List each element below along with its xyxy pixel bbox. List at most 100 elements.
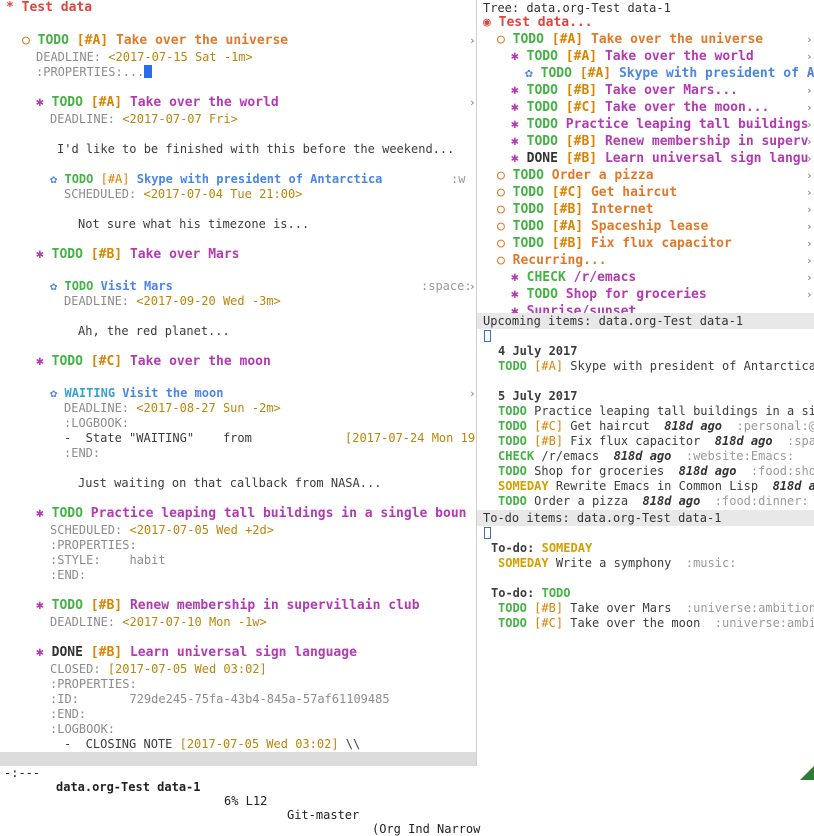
tree-item[interactable]: ✱ DONE [#B] Learn universal sign langu xyxy=(511,151,808,166)
priority: [#C] xyxy=(551,185,584,200)
tree-item[interactable]: ✱ TODO Practice leaping tall buildings xyxy=(511,117,808,132)
closed-line: CLOSED: [2017-07-05 Wed 03:02] xyxy=(50,662,267,676)
agenda-item[interactable]: CHECK /r/emacs 818d ago :website:Emacs: xyxy=(498,449,794,464)
agenda-item-text: Take over Mars xyxy=(570,601,672,615)
fold-arrow-icon[interactable]: › xyxy=(806,169,813,182)
target-bullet-icon: ◉ xyxy=(483,15,491,30)
fold-arrow-icon[interactable]: › xyxy=(806,237,813,250)
priority: [#B] xyxy=(565,134,598,149)
agenda-item[interactable]: TODO [#A] Skype with president of Antarc… xyxy=(498,359,814,374)
fold-arrow-icon[interactable]: › xyxy=(806,288,813,301)
heading-take-over-universe[interactable]: ○ TODO [#A] Take over the universe xyxy=(22,33,288,48)
tree-item[interactable]: ○ TODO Order a pizza xyxy=(497,168,654,183)
star-bullet-icon: ✱ xyxy=(36,598,44,613)
todo-keyword: CHECK xyxy=(498,449,535,463)
tree-item[interactable]: ✱ CHECK /r/emacs xyxy=(511,270,636,285)
agenda-item[interactable]: TODO [#C] Take over the moon :universe:a… xyxy=(498,616,814,631)
fold-arrow-icon[interactable]: › xyxy=(806,152,813,165)
tree-item[interactable]: ✿ TODO [#A] Skype with president of Anta… xyxy=(525,66,814,81)
todo-keyword: TODO xyxy=(498,601,527,615)
fold-arrow-icon[interactable]: › xyxy=(806,67,813,80)
heading-take-over-mars[interactable]: ✱ TODO [#B] Take over Mars xyxy=(36,247,240,262)
fold-arrow-icon[interactable]: › xyxy=(806,84,813,97)
agenda-item[interactable]: TODO Practice leaping tall buildings in … xyxy=(498,404,814,419)
drawer-end: :END: xyxy=(50,707,87,721)
agenda-item[interactable]: TODO [#C] Get haircut 818d ago :personal… xyxy=(498,419,814,434)
heading-visit-moon[interactable]: ✿ WAITING Visit the moon xyxy=(50,386,223,401)
tree-item[interactable]: ✱ TODO [#B] Take over Mars... xyxy=(511,83,738,98)
fold-arrow-icon[interactable]: › xyxy=(806,271,813,284)
tree-item-text: /r/emacs xyxy=(573,270,637,285)
day-heading: 5 July 2017 xyxy=(498,389,578,403)
tree-item[interactable]: ○ TODO [#C] Get haircut xyxy=(497,185,677,200)
heading-renew-membership[interactable]: ✱ TODO [#B] Renew membership in supervil… xyxy=(36,598,420,613)
modeline-status: -:--- xyxy=(4,766,41,780)
fold-arrow-icon[interactable]: › xyxy=(806,203,813,216)
org-buffer-pane[interactable]: * Test data ○ TODO [#A] Take over the un… xyxy=(0,0,476,752)
deadline-line: DEADLINE: <2017-07-10 Mon -1w> xyxy=(50,615,267,629)
properties-drawer[interactable]: :PROPERTIES:... xyxy=(36,65,153,80)
tree-item[interactable]: ✱ TODO [#B] Renew membership in superv xyxy=(511,134,808,149)
agenda-item[interactable]: TODO [#B] Take over Mars :universe:ambit… xyxy=(498,601,814,616)
fold-arrow-icon[interactable]: › xyxy=(469,34,476,47)
heading-learn-sign-language[interactable]: ✱ DONE [#B] Learn universal sign languag… xyxy=(36,645,357,660)
agenda-item-text: Practice leaping tall buildings in a si xyxy=(534,404,814,418)
tree-item[interactable]: ✱ TODO Shop for groceries xyxy=(511,287,707,302)
logbook-drawer[interactable]: :LOGBOOK: xyxy=(50,722,115,737)
todo-keyword: TODO xyxy=(526,100,558,115)
resize-corner[interactable] xyxy=(800,766,814,780)
tree-item-text: Shop for groceries xyxy=(565,287,707,302)
fold-arrow-icon[interactable]: › xyxy=(806,186,813,199)
circle-bullet-icon: ○ xyxy=(497,253,505,268)
tag: :website:Emacs: xyxy=(685,449,795,463)
priority: [#C] xyxy=(534,419,564,433)
tree-item[interactable]: ○ TODO [#A] Take over the universe xyxy=(497,32,763,47)
cursor-box xyxy=(484,329,491,344)
fold-arrow-icon[interactable]: › xyxy=(806,254,813,267)
tree-item[interactable]: ○ TODO [#B] Fix flux capacitor xyxy=(497,236,732,251)
agenda-item[interactable]: SOMEDAY Rewrite Emacs in Common Lisp 818… xyxy=(498,479,814,494)
tree-item[interactable]: ○ TODO [#B] Internet xyxy=(497,202,654,217)
upcoming-header: Upcoming items: data.org-Test data-1 xyxy=(477,313,814,329)
agenda-item[interactable]: TODO Order a pizza 818d ago :food:dinner… xyxy=(498,494,809,509)
agenda-item[interactable]: TODO Shop for groceries 818d ago :food:s… xyxy=(498,464,814,479)
fold-arrow-icon[interactable]: › xyxy=(469,280,476,293)
agenda-item[interactable]: SOMEDAY Write a symphony :music: xyxy=(498,556,736,571)
agenda-item[interactable]: TODO [#B] Fix flux capacitor 818d ago :s… xyxy=(498,434,814,449)
heading-text: Take over the universe xyxy=(115,33,289,48)
fold-arrow-icon[interactable]: › xyxy=(469,96,476,109)
tree-item[interactable]: ○ TODO [#A] Spaceship lease xyxy=(497,219,708,234)
tree-item[interactable]: ✱ Sunrise/sunset xyxy=(511,304,636,313)
fold-arrow-icon[interactable]: › xyxy=(806,118,813,131)
heading-visit-mars[interactable]: ✿ TODO Visit Mars xyxy=(50,279,173,294)
fold-arrow-icon[interactable]: › xyxy=(806,33,813,46)
properties-drawer[interactable]: :PROPERTIES: xyxy=(50,538,137,553)
tree-item-text: Take over the world xyxy=(604,49,754,64)
tree-item[interactable]: ✱ TODO [#A] Take over the world xyxy=(511,49,754,64)
heading-take-over-moon[interactable]: ✱ TODO [#C] Take over the moon xyxy=(36,354,271,369)
fold-arrow-icon[interactable]: › xyxy=(806,50,813,63)
priority: [#B] xyxy=(565,151,598,166)
heading-take-over-world[interactable]: ✱ TODO [#A] Take over the world xyxy=(36,95,279,110)
tree-root[interactable]: ◉ Test data... xyxy=(483,15,593,30)
tree-item-text: Sunrise/sunset xyxy=(526,304,637,313)
agenda-item-text: Rewrite Emacs in Common Lisp xyxy=(555,479,759,493)
fold-arrow-icon[interactable]: › xyxy=(469,387,476,400)
tree-item-text: Order a pizza xyxy=(551,168,654,183)
priority: [#B] xyxy=(565,83,598,98)
tree-pane[interactable]: ◉ Test data... ○ TODO [#A] Take over the… xyxy=(477,15,814,313)
fold-arrow-icon[interactable]: › xyxy=(806,101,813,114)
modeline-position: 6% L12 xyxy=(224,794,268,808)
logbook-drawer[interactable]: :LOGBOOK: xyxy=(64,416,129,431)
properties-drawer[interactable]: :PROPERTIES: xyxy=(50,677,137,692)
deadline-line: DEADLINE: <2017-07-15 Sat -1m> xyxy=(36,50,253,64)
todo-pane[interactable]: To-do: SOMEDAY SOMEDAY Write a symphony … xyxy=(477,526,814,752)
heading-practice-leaping[interactable]: ✱ TODO Practice leaping tall buildings i… xyxy=(36,506,466,521)
todo-keyword: SOMEDAY xyxy=(498,479,549,493)
heading-skype[interactable]: ✿ TODO [#A] Skype with president of Anta… xyxy=(50,172,382,187)
fold-arrow-icon[interactable]: › xyxy=(806,220,813,233)
upcoming-pane[interactable]: 4 July 2017 TODO [#A] Skype with preside… xyxy=(477,329,814,510)
tree-item[interactable]: ✱ TODO [#C] Take over the moon... xyxy=(511,100,769,115)
tree-item[interactable]: ○ Recurring... xyxy=(497,253,607,268)
fold-arrow-icon[interactable]: › xyxy=(806,135,813,148)
